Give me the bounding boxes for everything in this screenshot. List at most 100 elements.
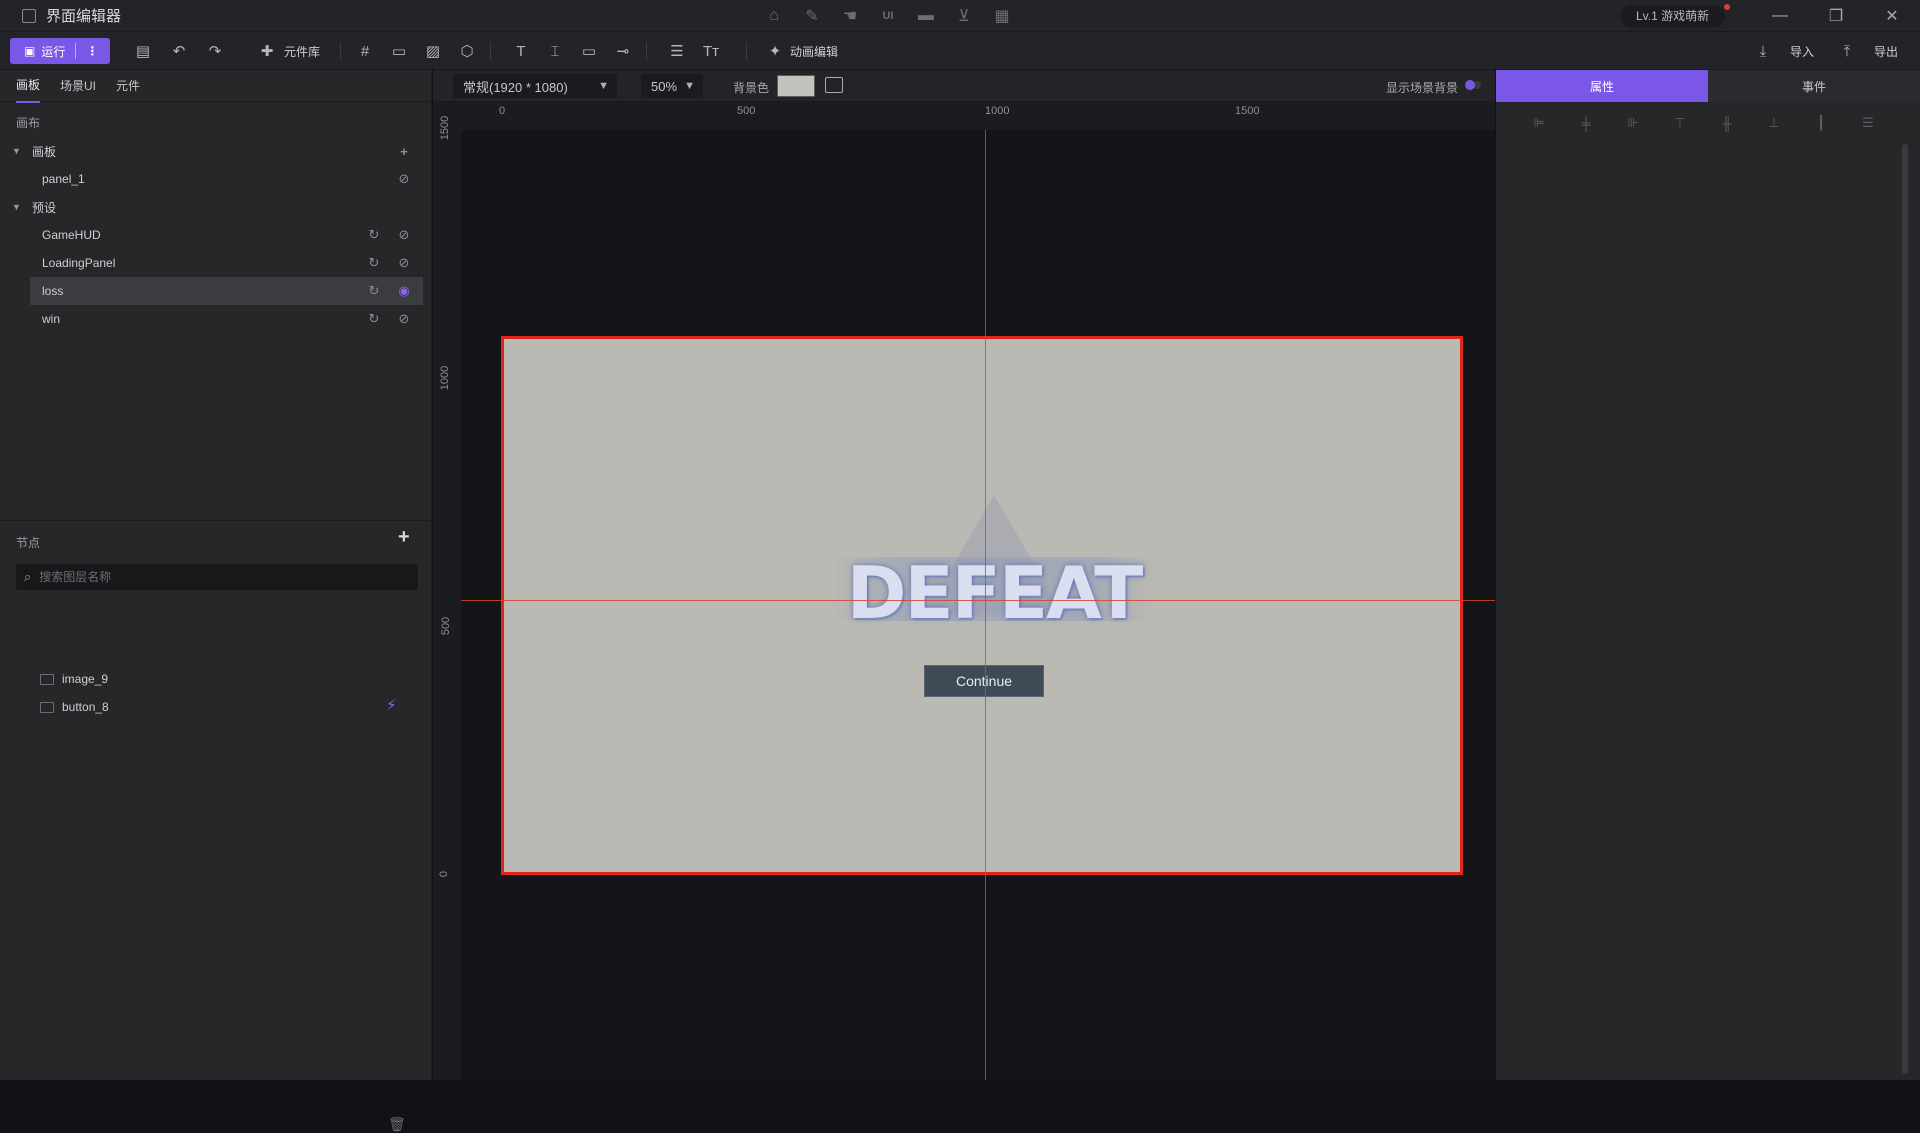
refresh-icon[interactable]: ↻ [364,225,384,245]
ruler-left-label: 1000 [439,365,452,391]
folder-icon[interactable]: ▬ [914,4,938,28]
rich-text-icon[interactable]: Tт [700,40,722,62]
refresh-icon[interactable]: ↻ [364,309,384,329]
tab-scene-ui[interactable]: 场景UI [60,69,96,102]
artboard-item-panel-1[interactable]: panel_1 ⊘ [0,165,431,193]
run-button[interactable]: ▣ 运行 ⋮ [10,38,110,64]
preset-group[interactable]: ▼ 预设 [0,193,431,221]
eye-hidden-icon[interactable]: ⊘ [394,309,414,329]
align-bottom-icon[interactable]: ⊥ [1765,114,1783,132]
zoom-select[interactable]: 50% ▼ [641,74,703,98]
preset-item-label: loss [42,284,64,298]
eye-hidden-icon[interactable]: ⊘ [394,225,414,245]
chevron-down-icon: ▼ [598,80,609,92]
add-artboard-button[interactable]: + [394,141,414,161]
left-panel: 画板 场景UI 元件 画布 ▼ 画板 + panel_1 ⊘ ▼ 预设 Game… [0,68,432,1132]
editor-canvas[interactable]: 0 500 1000 1500 1500 1000 500 0 DEFEAT C… [433,102,1495,1080]
resolution-select[interactable]: 常规(1920 * 1080) ▼ [453,74,617,98]
animation-editor-button[interactable]: 动画编辑 [790,43,838,60]
frame-icon[interactable]: # [354,40,376,62]
hand-icon[interactable]: ☚ [838,4,862,28]
edit-icon[interactable]: ✎ [800,4,824,28]
image-icon[interactable]: ▨ [422,40,444,62]
eye-icon[interactable]: ◉ [394,281,414,301]
minimize-icon[interactable]: — [1760,0,1800,32]
align-right-icon[interactable]: ⊪ [1624,114,1642,132]
ruler-top-label: 1000 [985,105,1010,117]
center-guide-vertical [985,130,986,1080]
input-text-icon[interactable]: ⌶ [544,40,566,62]
defeat-image[interactable]: DEFEAT [834,495,1154,655]
node-button-8[interactable]: button_8 [40,696,109,718]
continue-button[interactable]: Continue [924,665,1044,697]
caret-down-icon[interactable]: ▼ [12,202,22,212]
tab-properties[interactable]: 属性 [1496,70,1708,102]
preset-item-loadingpanel[interactable]: LoadingPanel ↻ ⊘ [0,249,431,277]
bg-color-swatch[interactable] [777,75,815,97]
add-node-button[interactable]: + [398,526,410,549]
node-image-9[interactable]: image_9 [40,668,108,690]
right-scrollbar[interactable] [1902,144,1908,1074]
redo-icon[interactable]: ↷ [204,40,226,62]
artboard-group[interactable]: ▼ 画板 + [0,137,431,165]
show-scene-bg-toggle[interactable] [1465,80,1475,90]
tab-events[interactable]: 事件 [1708,70,1920,102]
canvas-section-label: 画布 [16,116,41,130]
node-label: image_9 [62,672,109,686]
caret-down-icon[interactable]: ▼ [12,146,22,156]
tab-artboard[interactable]: 画板 [16,68,41,103]
refresh-icon[interactable]: ↻ [364,253,384,273]
preset-item-loss[interactable]: loss ↻ ◉ [30,277,423,305]
distribute-v-icon[interactable]: ☰ [1859,114,1877,132]
align-left-icon[interactable]: ⊫ [1530,114,1548,132]
fit-screen-icon[interactable] [825,77,843,93]
trash-icon[interactable]: 🗑 [388,1116,406,1133]
restore-icon[interactable]: ❐ [1816,0,1856,32]
preset-item-win[interactable]: win ↻ ⊘ [0,305,431,333]
export-icon[interactable]: ⤒ [1836,40,1858,62]
import-button[interactable]: 导入 [1790,43,1814,60]
ruler-top-label: 500 [737,105,756,117]
ui-icon[interactable]: UI [876,4,900,28]
preset-item-gamehud[interactable]: GameHUD ↻ ⊘ [0,221,431,249]
refresh-icon[interactable]: ↻ [364,281,384,301]
level-badge[interactable]: Lv.1 游戏萌新 [1620,5,1726,27]
title-bar: 界面编辑器 ⌂ ✎ ☚ UI ▬ ⊻ ▦ Lv.1 游戏萌新 — ❐ ✕ [0,0,1920,32]
progress-bar-icon[interactable]: ▭ [578,40,600,62]
tab-components[interactable]: 元件 [116,69,140,102]
image-node-icon [40,673,54,685]
cart-icon[interactable]: ⊻ [952,4,976,28]
ruler-left-label: 1500 [439,115,452,141]
close-icon[interactable]: ✕ [1872,0,1912,32]
align-vcenter-icon[interactable]: ╫ [1718,114,1736,132]
undo-icon[interactable]: ↶ [168,40,190,62]
eye-hidden-icon[interactable]: ⊘ [394,253,414,273]
more-icon[interactable]: ⋮ [86,44,98,58]
save-icon[interactable]: ▤ [132,40,154,62]
model-icon[interactable]: ⬡ [456,40,478,62]
toolbar-divider [646,42,647,60]
align-top-icon[interactable]: ⊤ [1671,114,1689,132]
import-icon[interactable]: ⤓ [1752,40,1774,62]
sparkle-icon: ✦ [768,43,782,60]
node-label: button_8 [62,700,109,714]
ruler-top-label: 0 [499,105,506,117]
component-library-button[interactable]: 元件库 [284,43,320,60]
eye-hidden-icon[interactable]: ⊘ [394,169,414,189]
list-icon[interactable]: ☰ [666,40,688,62]
align-hcenter-icon[interactable]: ╪ [1577,114,1595,132]
preset-item-label: LoadingPanel [42,256,116,270]
nodes-section-label: 节点 [16,536,41,550]
distribute-h-icon[interactable]: ┃ [1812,114,1830,132]
grid-icon[interactable]: ▦ [990,4,1014,28]
home-icon[interactable]: ⌂ [762,4,786,28]
slider-icon[interactable]: ⊸ [612,40,634,62]
text-icon[interactable]: T [510,40,532,62]
export-button[interactable]: 导出 [1874,43,1898,60]
ui-stage[interactable]: DEFEAT Continue [501,336,1463,875]
artboard-item-label: panel_1 [42,172,85,186]
layer-search-input[interactable] [39,570,400,584]
main-toolbar: ▣ 运行 ⋮ ▤ ↶ ↷ ✚ 元件库 # ▭ ▨ ⬡ T ⌶ ▭ ⊸ ☰ Tт … [0,32,1920,70]
button-widget-icon[interactable]: ▭ [388,40,410,62]
event-bolt-icon[interactable]: ⚡ [386,696,397,714]
